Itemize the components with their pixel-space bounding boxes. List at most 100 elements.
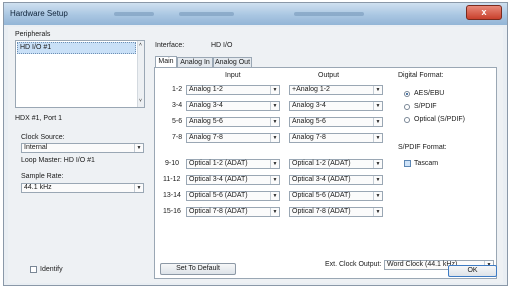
radio-label: Optical (S/PDIF) <box>414 116 465 123</box>
output-value: Analog 7-8 <box>292 134 326 141</box>
output-value: Optical 5-6 (ADAT) <box>292 192 351 199</box>
input-value: Optical 5-6 (ADAT) <box>189 192 248 199</box>
button-label: Set To Default <box>176 265 220 272</box>
chevron-down-icon: ▼ <box>270 176 279 184</box>
tascam-label: Tascam <box>414 160 439 167</box>
chevron-down-icon: ▼ <box>270 118 279 126</box>
sample-rate-dropdown[interactable]: 44.1 kHz ▼ <box>21 183 144 193</box>
radio-aes-ebu[interactable] <box>404 91 410 97</box>
output-select-5-6[interactable]: Analog 5-6 ▼ <box>289 117 383 127</box>
port-label: HDX #1, Port 1 <box>15 115 63 122</box>
scroll-up-icon[interactable]: ˄ <box>139 42 142 48</box>
tascam-checkbox[interactable] <box>404 160 411 167</box>
channel-label: 13-14 <box>163 192 181 199</box>
identify-label: Identify <box>40 266 63 273</box>
clock-source-dropdown[interactable]: Internal ▼ <box>21 143 144 153</box>
chevron-down-icon: ▼ <box>373 86 382 94</box>
title-bar-decoration <box>179 12 234 16</box>
interface-label: Interface: <box>155 42 185 49</box>
chevron-down-icon: ▼ <box>270 208 279 216</box>
close-button[interactable]: x <box>466 5 502 20</box>
set-to-default-button[interactable]: Set To Default <box>160 263 236 275</box>
input-value: Analog 7-8 <box>189 134 223 141</box>
input-select-1-2[interactable]: Analog 1-2 ▼ <box>186 85 280 95</box>
chevron-down-icon: ▼ <box>270 134 279 142</box>
output-select-7-8[interactable]: Analog 7-8 ▼ <box>289 133 383 143</box>
title-bar-decoration <box>114 12 154 16</box>
chevron-down-icon: ▼ <box>270 86 279 94</box>
chevron-down-icon: ▼ <box>373 102 382 110</box>
tab-label: Analog Out <box>214 59 251 66</box>
peripherals-scrollbar[interactable]: ˄ ˅ <box>137 41 144 107</box>
tab-label: Analog In <box>180 59 210 66</box>
chevron-down-icon: ▼ <box>270 192 279 200</box>
chevron-down-icon: ▼ <box>270 102 279 110</box>
input-value: Optical 1-2 (ADAT) <box>189 160 248 167</box>
loop-master-text: Loop Master: HD I/O #1 <box>21 157 95 164</box>
input-select-9-10[interactable]: Optical 1-2 (ADAT) ▼ <box>186 159 280 169</box>
input-select-13-14[interactable]: Optical 5-6 (ADAT) ▼ <box>186 191 280 201</box>
button-label: OK <box>467 267 478 274</box>
digital-format-label: Digital Format: <box>398 72 444 79</box>
radio-optical-spdif[interactable] <box>404 117 410 123</box>
list-item-hd-io-1[interactable]: HD I/O #1 <box>17 42 136 54</box>
input-select-15-16[interactable]: Optical 7-8 (ADAT) ▼ <box>186 207 280 217</box>
input-value: Analog 3-4 <box>189 102 223 109</box>
output-column-header: Output <box>318 72 340 79</box>
identify-checkbox[interactable] <box>30 266 37 273</box>
input-select-3-4[interactable]: Analog 3-4 ▼ <box>186 101 280 111</box>
output-select-13-14[interactable]: Optical 5-6 (ADAT) ▼ <box>289 191 383 201</box>
scroll-down-icon[interactable]: ˅ <box>139 98 142 104</box>
chevron-down-icon: ▼ <box>373 192 382 200</box>
chevron-down-icon: ▼ <box>373 118 382 126</box>
output-select-3-4[interactable]: Analog 3-4 ▼ <box>289 101 383 111</box>
input-select-7-8[interactable]: Analog 7-8 ▼ <box>186 133 280 143</box>
output-select-15-16[interactable]: Optical 7-8 (ADAT) ▼ <box>289 207 383 217</box>
radio-label: AES/EBU <box>414 90 445 97</box>
tab-label: Main <box>158 58 174 65</box>
channel-label: 1-2 <box>172 86 183 93</box>
output-value: Optical 1-2 (ADAT) <box>292 160 351 167</box>
radio-label: S/PDIF <box>414 103 437 110</box>
input-column-header: Input <box>225 72 241 79</box>
radio-spdif[interactable] <box>404 104 410 110</box>
output-value: Analog 5-6 <box>292 118 326 125</box>
peripherals-list[interactable]: HD I/O #1 ˄ ˅ <box>15 40 145 108</box>
chevron-down-icon: ▼ <box>373 176 382 184</box>
hardware-setup-window: Hardware Setup x Peripherals HD I/O #1 ˄… <box>3 2 508 286</box>
input-value: Optical 3-4 (ADAT) <box>189 176 248 183</box>
interface-value: HD I/O <box>211 42 233 49</box>
chevron-down-icon: ▼ <box>373 134 382 142</box>
ext-clock-output-value: Word Clock (44.1 kHz) <box>387 261 458 268</box>
output-value: Analog 3-4 <box>292 102 326 109</box>
input-select-11-12[interactable]: Optical 3-4 (ADAT) ▼ <box>186 175 280 185</box>
output-select-9-10[interactable]: Optical 1-2 (ADAT) ▼ <box>289 159 383 169</box>
clock-source-value: Internal <box>24 144 48 151</box>
chevron-down-icon: ▼ <box>134 184 143 192</box>
main-tab-panel: Input Output 1-2 Analog 1-2 ▼ +Analog 1-2… <box>154 67 497 279</box>
channel-label: 15-16 <box>163 208 181 215</box>
title-bar-decoration <box>294 12 364 16</box>
list-item-label: HD I/O #1 <box>20 44 52 51</box>
channel-label: 11-12 <box>163 176 181 183</box>
input-value: Analog 5-6 <box>189 118 223 125</box>
ext-clock-output-label: Ext. Clock Output: <box>325 261 382 268</box>
channel-label: 5-6 <box>172 118 183 125</box>
window-title: Hardware Setup <box>10 9 68 18</box>
title-bar[interactable]: Hardware Setup x <box>4 3 507 25</box>
chevron-down-icon: ▼ <box>134 144 143 152</box>
channel-label: 7-8 <box>172 134 183 141</box>
ok-button[interactable]: OK <box>448 265 497 277</box>
input-value: Optical 7-8 (ADAT) <box>189 208 248 215</box>
chevron-down-icon: ▼ <box>270 160 279 168</box>
output-select-1-2[interactable]: +Analog 1-2 ▼ <box>289 85 383 95</box>
input-select-5-6[interactable]: Analog 5-6 ▼ <box>186 117 280 127</box>
output-select-11-12[interactable]: Optical 3-4 (ADAT) ▼ <box>289 175 383 185</box>
chevron-down-icon: ▼ <box>373 208 382 216</box>
input-value: Analog 1-2 <box>189 86 223 93</box>
peripherals-label: Peripherals <box>15 31 51 38</box>
chevron-down-icon: ▼ <box>373 160 382 168</box>
output-value: Optical 3-4 (ADAT) <box>292 176 351 183</box>
clock-source-label: Clock Source: <box>21 134 65 141</box>
output-value: +Analog 1-2 <box>292 86 330 93</box>
